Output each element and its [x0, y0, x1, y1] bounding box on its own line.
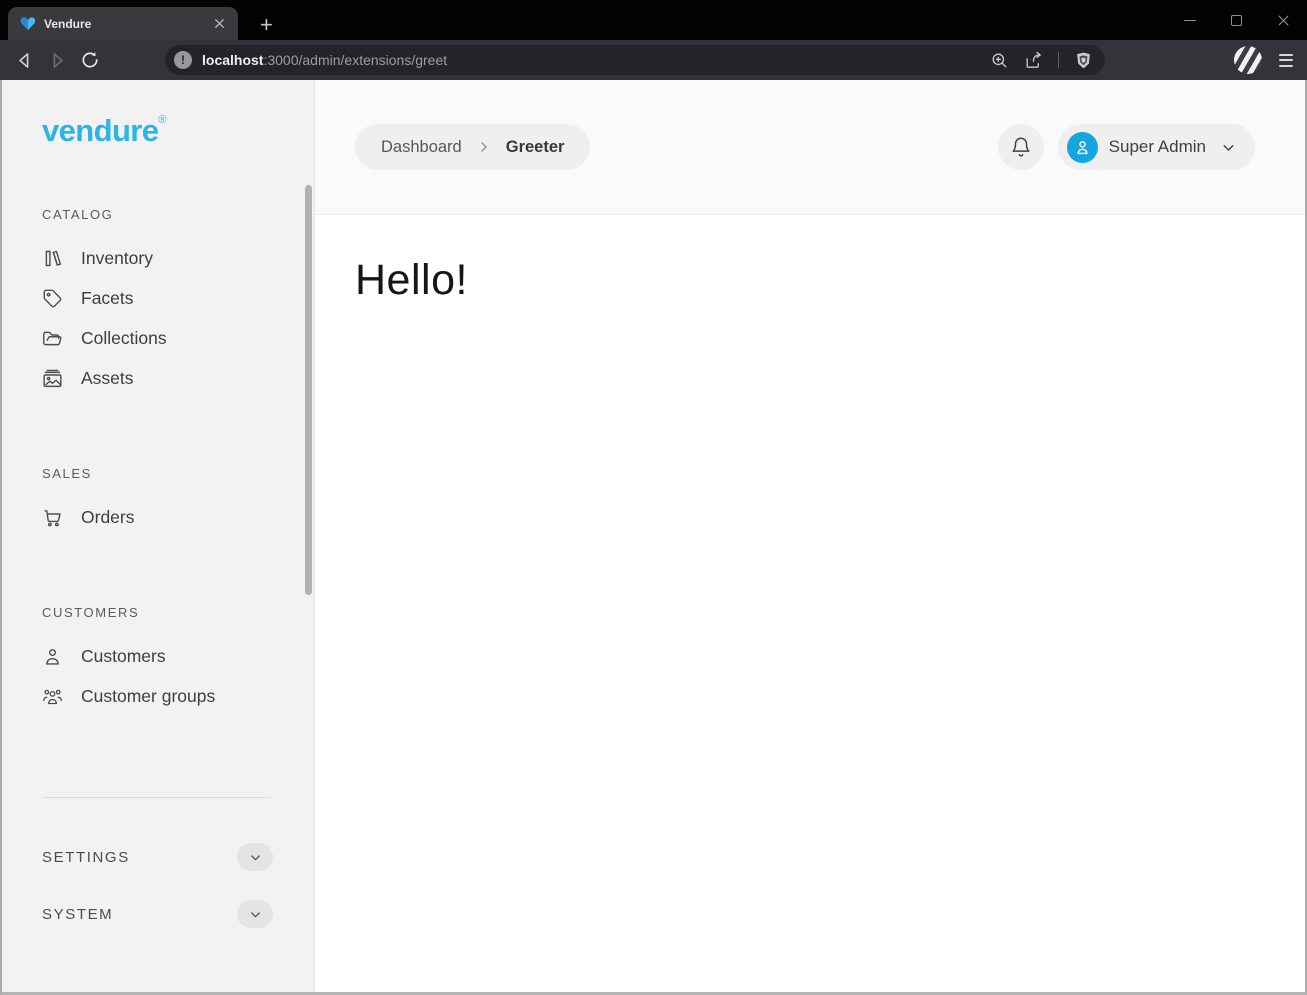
- page-header: Dashboard Greeter: [315, 80, 1305, 215]
- section-heading-customers: CUSTOMERS: [42, 605, 314, 620]
- page-viewport: vendure® CATALOG Inventory Facets: [0, 80, 1307, 995]
- close-button[interactable]: [1260, 0, 1307, 40]
- tag-icon: [42, 288, 63, 309]
- sidebar-item-inventory[interactable]: Inventory: [42, 238, 314, 278]
- breadcrumb: Dashboard Greeter: [355, 124, 590, 170]
- settings-label: SETTINGS: [42, 849, 130, 866]
- registered-mark: ®: [158, 114, 166, 126]
- chevron-down-icon: [1220, 139, 1237, 156]
- section-heading-catalog: CATALOG: [42, 207, 314, 222]
- breadcrumb-greeter: Greeter: [506, 138, 565, 157]
- settings-expand-button[interactable]: [237, 843, 273, 871]
- greeting-heading: Hello!: [355, 256, 1305, 305]
- browser-toolbar: ! localhost:3000/admin/extensions/greet: [0, 40, 1307, 80]
- bell-icon: [1010, 136, 1032, 158]
- image-icon: [42, 368, 63, 389]
- user-icon: [42, 646, 63, 667]
- window-controls: [1166, 0, 1307, 40]
- chevron-down-icon: [248, 907, 263, 922]
- url-host: localhost: [202, 52, 263, 68]
- sidebar-item-label: Customer groups: [81, 686, 215, 707]
- cart-icon: [42, 507, 63, 528]
- system-expand-button[interactable]: [237, 900, 273, 928]
- minimize-button[interactable]: [1166, 0, 1213, 40]
- maximize-button[interactable]: [1213, 0, 1260, 40]
- main-area: Dashboard Greeter: [315, 80, 1305, 992]
- sidebar-section-settings[interactable]: SETTINGS: [42, 840, 314, 874]
- sidebar-item-label: Inventory: [81, 248, 153, 269]
- sidebar-item-label: Assets: [81, 368, 134, 389]
- sidebar-item-facets[interactable]: Facets: [42, 278, 314, 318]
- breadcrumb-dashboard[interactable]: Dashboard: [381, 138, 462, 157]
- share-icon[interactable]: [1024, 51, 1043, 70]
- user-avatar: [1067, 132, 1098, 163]
- address-bar[interactable]: ! localhost:3000/admin/extensions/greet: [165, 45, 1105, 75]
- forward-icon[interactable]: [44, 47, 70, 73]
- sidebar-item-collections[interactable]: Collections: [42, 318, 314, 358]
- brave-shield-icon[interactable]: [1074, 51, 1093, 70]
- system-label: SYSTEM: [42, 906, 113, 923]
- profile-avatar[interactable]: [1234, 46, 1262, 74]
- reload-icon[interactable]: [77, 47, 103, 73]
- address-url: localhost:3000/admin/extensions/greet: [202, 52, 447, 68]
- vendure-logo: vendure®: [42, 113, 314, 149]
- user-menu[interactable]: Super Admin: [1058, 124, 1255, 170]
- sidebar-item-label: Facets: [81, 288, 134, 309]
- new-tab-button[interactable]: +: [260, 14, 273, 36]
- tab-close-icon[interactable]: [210, 15, 228, 33]
- chevron-down-icon: [248, 850, 263, 865]
- sidebar-item-orders[interactable]: Orders: [42, 497, 314, 537]
- zoom-page-icon[interactable]: [990, 51, 1009, 70]
- toolbar-divider: [1058, 52, 1059, 68]
- browser-titlebar: Vendure +: [0, 0, 1307, 40]
- sidebar-item-assets[interactable]: Assets: [42, 358, 314, 398]
- library-icon: [42, 248, 63, 269]
- vendure-favicon-icon: [20, 16, 36, 32]
- sidebar-item-label: Orders: [81, 507, 134, 528]
- back-icon[interactable]: [11, 47, 37, 73]
- page-content: Hello!: [315, 215, 1305, 992]
- sidebar-item-customer-groups[interactable]: Customer groups: [42, 676, 314, 716]
- section-heading-sales: SALES: [42, 466, 314, 481]
- browser-tab[interactable]: Vendure: [8, 7, 238, 40]
- sidebar-section-system[interactable]: SYSTEM: [42, 897, 314, 931]
- sidebar-item-label: Collections: [81, 328, 167, 349]
- notifications-button[interactable]: [998, 124, 1044, 170]
- sidebar-divider: [42, 797, 271, 798]
- chevron-right-icon: [476, 139, 492, 155]
- url-path: :3000/admin/extensions/greet: [263, 52, 447, 68]
- sidebar-item-customers[interactable]: Customers: [42, 636, 314, 676]
- sidebar: vendure® CATALOG Inventory Facets: [2, 80, 315, 992]
- sidebar-item-label: Customers: [81, 646, 166, 667]
- folder-open-icon: [42, 328, 63, 349]
- user-name: Super Admin: [1109, 137, 1206, 157]
- tab-title: Vendure: [44, 17, 202, 31]
- users-icon: [42, 686, 63, 707]
- browser-window: Vendure + ! localhost:3000/admin/extensi…: [0, 0, 1307, 995]
- browser-menu-icon[interactable]: [1279, 54, 1293, 67]
- sidebar-scrollbar[interactable]: [305, 185, 312, 595]
- site-info-icon[interactable]: !: [174, 51, 192, 69]
